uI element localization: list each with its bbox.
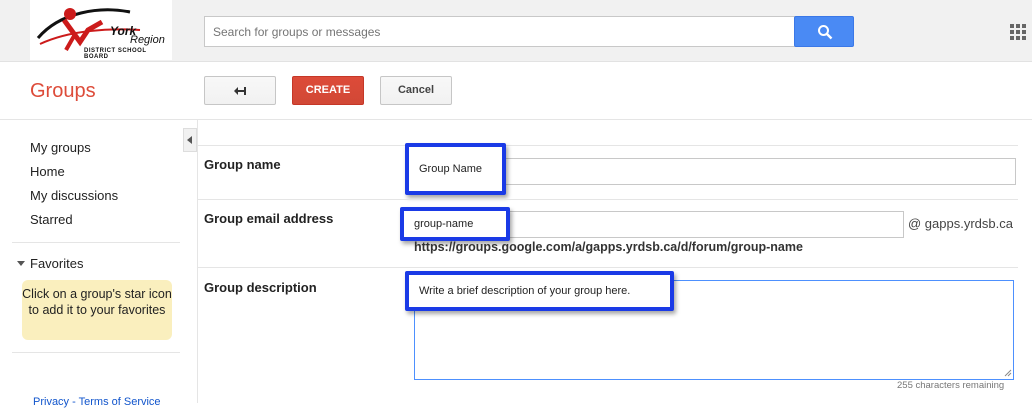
privacy-terms-link[interactable]: Privacy - Terms of Service xyxy=(33,396,161,408)
back-arrow-icon xyxy=(234,87,246,95)
chevron-down-icon[interactable] xyxy=(17,261,25,266)
header-divider xyxy=(0,119,1032,120)
sidebar-item-my-groups[interactable]: My groups xyxy=(30,140,91,155)
app-title[interactable]: Groups xyxy=(30,80,96,103)
group-description-highlight[interactable]: Write a brief description of your group … xyxy=(405,271,674,311)
chevron-left-icon xyxy=(187,136,192,144)
favorites-hint: Click on a group's star icon to add it t… xyxy=(22,280,172,340)
sidebar-divider xyxy=(197,120,198,403)
group-email-highlight[interactable]: group-name xyxy=(400,207,510,241)
search-button[interactable] xyxy=(794,16,854,47)
cancel-button[interactable]: Cancel xyxy=(380,76,452,105)
group-name-highlight[interactable]: Group Name xyxy=(405,143,506,195)
form-divider xyxy=(198,145,1018,146)
form-divider xyxy=(198,267,1018,268)
apps-grid-icon[interactable] xyxy=(1010,24,1026,40)
top-bar: York Region DISTRICT SCHOOL BOARD xyxy=(0,0,1032,62)
resize-handle-icon[interactable] xyxy=(1004,369,1012,377)
create-button[interactable]: CREATE xyxy=(292,76,364,105)
yrdsb-logo[interactable]: York Region DISTRICT SCHOOL BOARD xyxy=(30,0,172,60)
email-domain: @ gapps.yrdsb.ca xyxy=(908,216,1013,231)
characters-remaining: 255 characters remaining xyxy=(897,380,1005,391)
search-icon xyxy=(818,25,833,40)
group-description-label: Group description xyxy=(204,280,317,295)
group-name-label: Group name xyxy=(204,157,281,172)
collapse-sidebar-button[interactable] xyxy=(183,128,197,152)
group-email-label: Group email address xyxy=(204,211,334,226)
logo-text-board: DISTRICT SCHOOL BOARD xyxy=(84,48,147,60)
sidebar-item-starred[interactable]: Starred xyxy=(30,212,73,227)
sidebar-item-home[interactable]: Home xyxy=(30,164,65,179)
group-url: https://groups.google.com/a/gapps.yrdsb.… xyxy=(414,240,803,254)
sidebar-item-my-discussions[interactable]: My discussions xyxy=(30,188,118,203)
sidebar-separator xyxy=(12,242,180,243)
back-button[interactable] xyxy=(204,76,276,105)
sidebar-separator xyxy=(12,352,180,353)
logo-text-region: Region xyxy=(130,34,165,46)
favorites-toggle[interactable]: Favorites xyxy=(30,256,83,271)
search-input[interactable] xyxy=(204,16,796,47)
form-divider xyxy=(198,199,1018,200)
